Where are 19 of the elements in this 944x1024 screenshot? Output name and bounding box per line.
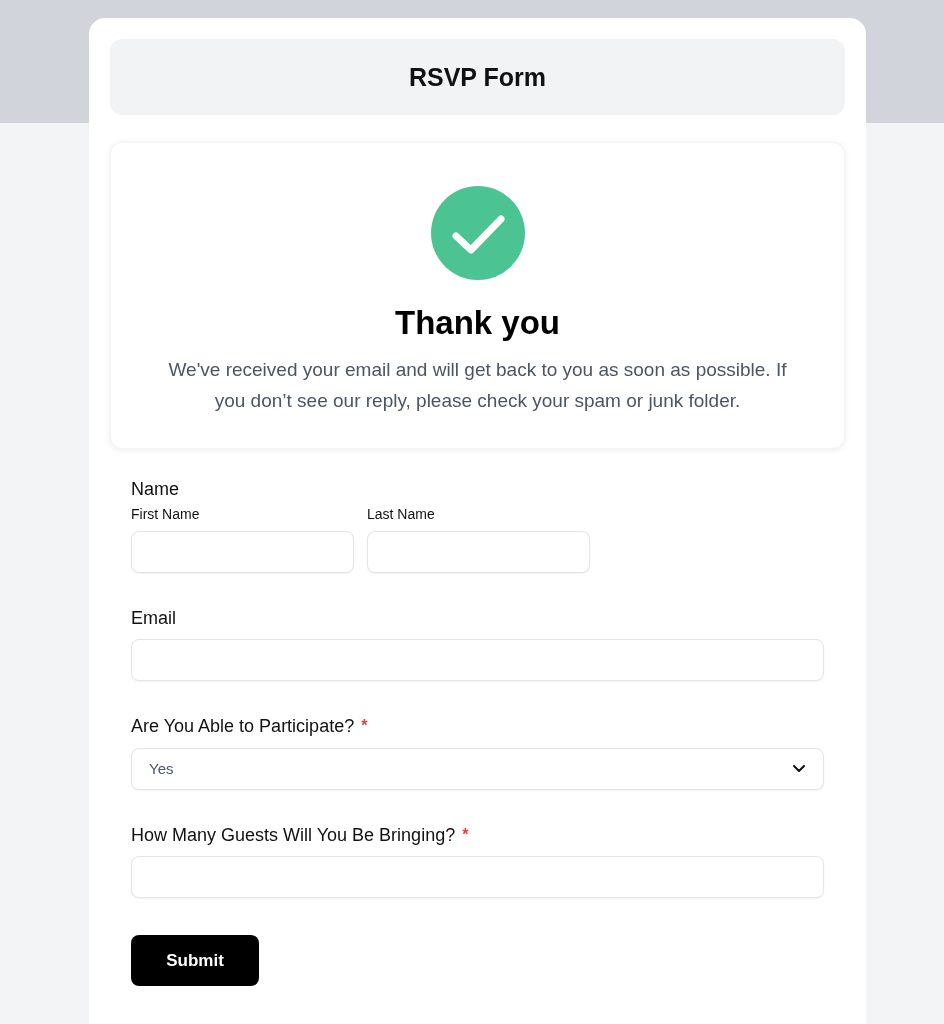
chevron-down-icon [793, 765, 805, 773]
submit-button[interactable]: Submit [131, 935, 259, 986]
select-field[interactable]: Yes [131, 748, 824, 790]
confirmation-title: Thank you [395, 303, 560, 343]
text-input[interactable] [131, 856, 824, 898]
text-input[interactable] [131, 639, 824, 681]
text-input[interactable] [131, 531, 354, 573]
sub-field-label: Last Name [367, 505, 436, 524]
confirmation-message: We've received your email and will get back to you as soon as possible. If you don’t see our reply, please check your spam or junk folder. [167, 358, 788, 413]
sub-field-label: First Name [131, 505, 201, 524]
text-input[interactable] [367, 531, 590, 573]
required-mark: * [462, 825, 469, 845]
check-circle-icon [430, 186, 525, 280]
field-label: Name [131, 478, 179, 501]
required-mark: * [361, 716, 368, 736]
field-label: Are You Able to Participate? [131, 715, 355, 738]
field-label: How Many Guests Will You Be Bringing? [131, 824, 456, 847]
form-title: RSVP Form [408, 62, 547, 93]
field-label: Email [131, 607, 176, 630]
